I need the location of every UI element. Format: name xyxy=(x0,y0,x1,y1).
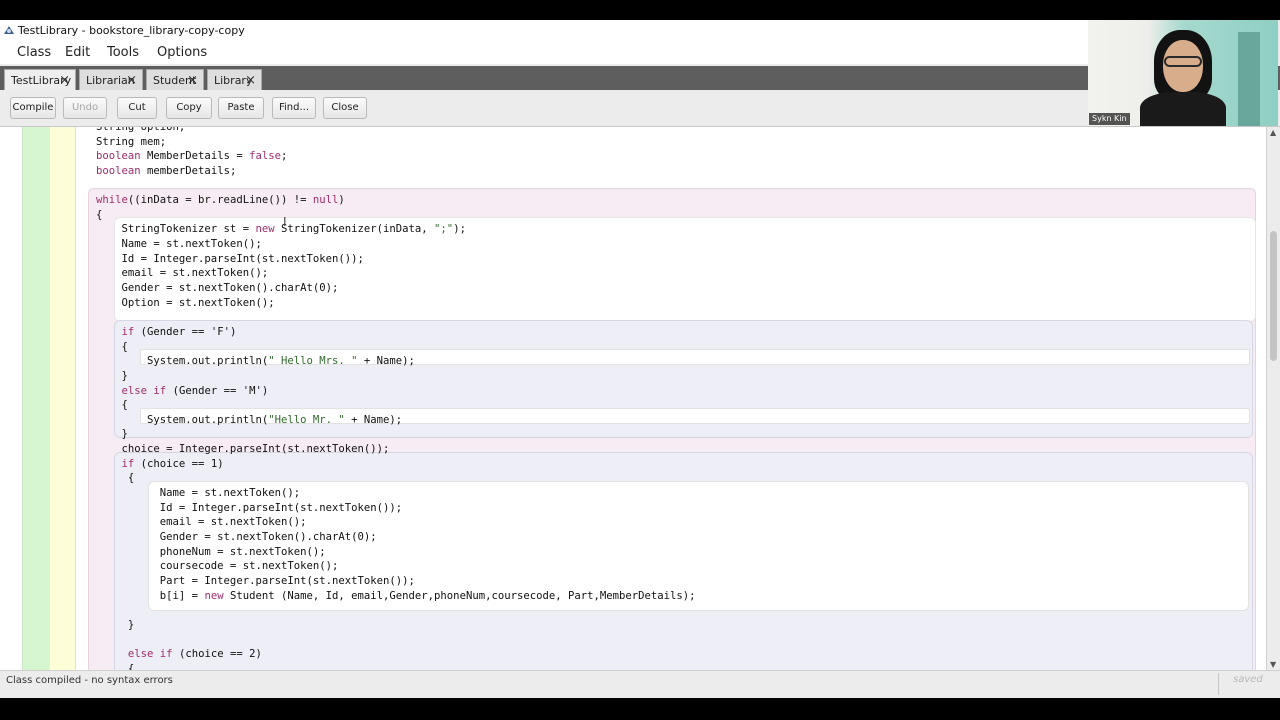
code-line[interactable]: if (choice == 1) xyxy=(96,457,696,472)
text-cursor-icon: I xyxy=(283,215,287,229)
keyword: if xyxy=(121,457,135,470)
keyword: while xyxy=(96,194,128,207)
keyword: false xyxy=(249,150,281,163)
keyword: null xyxy=(312,194,339,207)
line-number-gutter[interactable] xyxy=(22,127,50,670)
keyword: boolean xyxy=(96,164,141,177)
tab-testlibrary[interactable]: TestLibrary × xyxy=(4,69,76,91)
code-line[interactable]: else if (choice == 2) xyxy=(96,647,696,662)
code-line[interactable]: boolean memberDetails; xyxy=(96,164,696,179)
class-scope-gutter xyxy=(50,127,76,670)
close-icon[interactable]: × xyxy=(126,73,137,88)
vertical-scrollbar[interactable]: ▲ ▼ xyxy=(1266,127,1280,670)
code-line[interactable]: } xyxy=(96,369,696,384)
code-line[interactable] xyxy=(96,310,696,325)
code-line[interactable]: { xyxy=(96,471,696,486)
person-body xyxy=(1140,92,1226,126)
undo-button[interactable]: Undo xyxy=(63,97,107,119)
code-line[interactable]: email = st.nextToken(); xyxy=(96,515,696,530)
code-line[interactable]: Part = Integer.parseInt(st.nextToken()); xyxy=(96,574,696,589)
scroll-up-icon[interactable]: ▲ xyxy=(1270,128,1276,137)
code-line[interactable]: if (Gender == 'F') xyxy=(96,325,696,340)
code-line[interactable]: System.out.println(" Hello Mrs. " + Name… xyxy=(96,354,696,369)
scrollbar-thumb[interactable] xyxy=(1270,231,1277,361)
paste-button[interactable]: Paste xyxy=(218,97,264,119)
code-line[interactable]: Name = st.nextToken(); xyxy=(96,237,696,252)
code-line[interactable]: System.out.println("Hello Mr. " + Name); xyxy=(96,413,696,428)
keyword: new xyxy=(255,223,275,236)
webcam-door xyxy=(1238,32,1260,126)
title-bar: TestLibrary - bookstore_library-copy-cop… xyxy=(0,20,1088,42)
compile-button[interactable]: Compile xyxy=(10,97,56,119)
tab-student[interactable]: Student × xyxy=(146,69,204,90)
app-icon xyxy=(4,26,14,34)
code-line[interactable]: Gender = st.nextToken().charAt(0); xyxy=(96,530,696,545)
menu-bar: Class Edit Tools Options xyxy=(0,42,1088,64)
code-line[interactable]: boolean MemberDetails = false; xyxy=(96,149,696,164)
menu-edit[interactable]: Edit xyxy=(65,45,90,60)
menu-class[interactable]: Class xyxy=(17,45,51,60)
status-bar: Class compiled - no syntax errors saved xyxy=(0,670,1280,698)
code-line[interactable] xyxy=(96,632,696,647)
close-icon[interactable]: × xyxy=(187,73,198,88)
code-line[interactable]: Name = st.nextToken(); xyxy=(96,486,696,501)
code-editor[interactable]: String option; String mem; boolean MemberD… xyxy=(0,126,1280,670)
status-message: Class compiled - no syntax errors xyxy=(6,675,173,686)
string-literal: "Hello Mr. " xyxy=(268,413,345,426)
status-divider xyxy=(1218,673,1219,695)
menu-tools[interactable]: Tools xyxy=(107,45,139,60)
find-button[interactable]: Find... xyxy=(272,97,316,119)
menu-options[interactable]: Options xyxy=(157,45,207,60)
code-line[interactable]: while((inData = br.readLine()) != null) xyxy=(96,193,696,208)
code-line[interactable]: { xyxy=(96,662,696,670)
code-line[interactable] xyxy=(96,603,696,618)
participant-name: Sykn Kin xyxy=(1089,113,1130,125)
code-line[interactable]: email = st.nextToken(); xyxy=(96,266,696,281)
code-line[interactable]: { xyxy=(96,208,696,223)
close-button[interactable]: Close xyxy=(323,97,367,119)
code-line[interactable]: coursecode = st.nextToken(); xyxy=(96,559,696,574)
keyword: if xyxy=(121,325,135,338)
scroll-down-icon[interactable]: ▼ xyxy=(1270,660,1276,669)
keyword: boolean xyxy=(96,150,141,163)
code-line[interactable]: Option = st.nextToken(); xyxy=(96,296,696,311)
keyword: else xyxy=(127,648,154,661)
cut-button[interactable]: Cut xyxy=(117,97,157,119)
code-line[interactable]: phoneNum = st.nextToken(); xyxy=(96,545,696,560)
tab-library[interactable]: Library × xyxy=(207,69,262,90)
code-line[interactable]: } xyxy=(96,618,696,633)
close-icon[interactable]: × xyxy=(245,73,256,88)
code-line[interactable] xyxy=(96,179,696,194)
code-line[interactable]: b[i] = new Student (Name, Id, email,Gend… xyxy=(96,589,696,604)
copy-button[interactable]: Copy xyxy=(166,97,212,119)
keyword: if xyxy=(159,648,173,661)
code-line[interactable]: { xyxy=(96,398,696,413)
keyword: else xyxy=(121,384,148,397)
source-code[interactable]: String option; String mem; boolean MemberD… xyxy=(96,127,696,670)
window-title: TestLibrary - bookstore_library-copy-cop… xyxy=(18,24,245,37)
code-line[interactable]: Id = Integer.parseInt(st.nextToken()); xyxy=(96,501,696,516)
code-line[interactable]: { xyxy=(96,340,696,355)
keyword: if xyxy=(153,384,167,397)
code-line[interactable]: Id = Integer.parseInt(st.nextToken()); xyxy=(96,252,696,267)
code-line[interactable]: choice = Integer.parseInt(st.nextToken()… xyxy=(96,442,696,457)
person-glasses xyxy=(1164,56,1202,67)
string-literal: ";" xyxy=(434,223,454,236)
saved-indicator: saved xyxy=(1233,674,1263,685)
tab-librarian[interactable]: Librarian × xyxy=(79,69,143,90)
code-line[interactable]: } xyxy=(96,427,696,442)
code-line[interactable]: String option; xyxy=(96,127,696,135)
code-line[interactable]: else if (Gender == 'M') xyxy=(96,384,696,399)
code-line[interactable]: Gender = st.nextToken().charAt(0); xyxy=(96,281,696,296)
keyword: new xyxy=(204,589,224,602)
code-line[interactable]: StringTokenizer st = new StringTokenizer… xyxy=(96,222,696,237)
close-icon[interactable]: × xyxy=(59,73,70,88)
webcam-overlay: Sykn Kin xyxy=(1088,20,1278,126)
code-line[interactable]: String mem; xyxy=(96,135,696,150)
string-literal: " Hello Mrs. " xyxy=(268,355,358,368)
